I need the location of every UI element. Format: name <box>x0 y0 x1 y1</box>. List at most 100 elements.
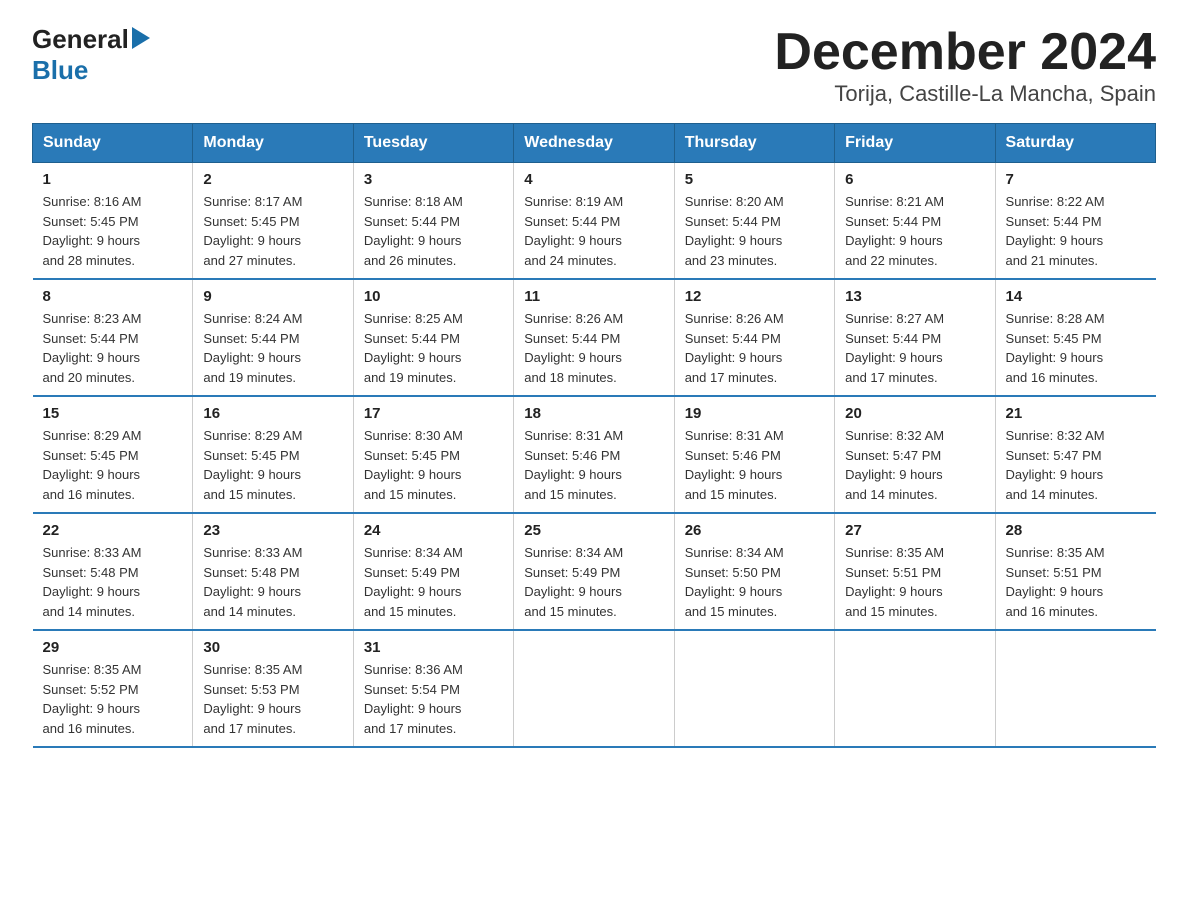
calendar-cell: 11 Sunrise: 8:26 AMSunset: 5:44 PMDayligh… <box>514 279 674 396</box>
calendar-cell: 16 Sunrise: 8:29 AMSunset: 5:45 PMDayligh… <box>193 396 353 513</box>
day-info: Sunrise: 8:21 AMSunset: 5:44 PMDaylight:… <box>845 192 984 270</box>
calendar-header-row: SundayMondayTuesdayWednesdayThursdayFrid… <box>33 124 1156 163</box>
day-number: 4 <box>524 171 663 188</box>
day-info: Sunrise: 8:26 AMSunset: 5:44 PMDaylight:… <box>524 309 663 387</box>
day-info: Sunrise: 8:27 AMSunset: 5:44 PMDaylight:… <box>845 309 984 387</box>
day-number: 12 <box>685 288 824 305</box>
calendar-cell: 23Sunrise: 8:33 AMSunset: 5:48 PMDayligh… <box>193 513 353 630</box>
day-number: 31 <box>364 639 503 656</box>
day-number: 6 <box>845 171 984 188</box>
calendar-cell: 22Sunrise: 8:33 AMSunset: 5:48 PMDayligh… <box>33 513 193 630</box>
day-info: Sunrise: 8:24 AMSunset: 5:44 PMDaylight:… <box>203 309 342 387</box>
calendar-cell: 6 Sunrise: 8:21 AMSunset: 5:44 PMDaylight… <box>835 163 995 280</box>
calendar-cell: 27 Sunrise: 8:35 AMSunset: 5:51 PMDayligh… <box>835 513 995 630</box>
day-info: Sunrise: 8:35 AMSunset: 5:51 PMDaylight:… <box>845 543 984 621</box>
calendar-week-row: 8Sunrise: 8:23 AMSunset: 5:44 PMDaylight… <box>33 279 1156 396</box>
day-number: 16 <box>203 405 342 422</box>
calendar-cell: 25 Sunrise: 8:34 AMSunset: 5:49 PMDayligh… <box>514 513 674 630</box>
calendar-table: SundayMondayTuesdayWednesdayThursdayFrid… <box>32 123 1156 748</box>
day-info: Sunrise: 8:18 AMSunset: 5:44 PMDaylight:… <box>364 192 503 270</box>
day-number: 30 <box>203 639 342 656</box>
day-number: 9 <box>203 288 342 305</box>
calendar-cell: 4 Sunrise: 8:19 AMSunset: 5:44 PMDaylight… <box>514 163 674 280</box>
day-number: 17 <box>364 405 503 422</box>
day-number: 26 <box>685 522 824 539</box>
day-info: Sunrise: 8:20 AMSunset: 5:44 PMDaylight:… <box>685 192 824 270</box>
calendar-cell: 19 Sunrise: 8:31 AMSunset: 5:46 PMDayligh… <box>674 396 834 513</box>
page-title: December 2024 <box>774 24 1156 81</box>
calendar-cell: 17 Sunrise: 8:30 AMSunset: 5:45 PMDayligh… <box>353 396 513 513</box>
calendar-cell: 26Sunrise: 8:34 AMSunset: 5:50 PMDayligh… <box>674 513 834 630</box>
day-info: Sunrise: 8:30 AMSunset: 5:45 PMDaylight:… <box>364 426 503 504</box>
calendar-cell: 12 Sunrise: 8:26 AMSunset: 5:44 PMDayligh… <box>674 279 834 396</box>
day-info: Sunrise: 8:33 AMSunset: 5:48 PMDaylight:… <box>203 543 342 621</box>
day-number: 13 <box>845 288 984 305</box>
day-info: Sunrise: 8:28 AMSunset: 5:45 PMDaylight:… <box>1006 309 1146 387</box>
day-number: 3 <box>364 171 503 188</box>
day-info: Sunrise: 8:31 AMSunset: 5:46 PMDaylight:… <box>685 426 824 504</box>
header-thursday: Thursday <box>674 124 834 163</box>
day-number: 11 <box>524 288 663 305</box>
calendar-week-row: 15 Sunrise: 8:29 AMSunset: 5:45 PMDayligh… <box>33 396 1156 513</box>
calendar-cell <box>995 630 1155 747</box>
day-info: Sunrise: 8:29 AMSunset: 5:45 PMDaylight:… <box>43 426 183 504</box>
calendar-cell: 7 Sunrise: 8:22 AMSunset: 5:44 PMDaylight… <box>995 163 1155 280</box>
logo-general-text: General <box>32 24 129 55</box>
day-number: 14 <box>1006 288 1146 305</box>
calendar-cell: 1Sunrise: 8:16 AMSunset: 5:45 PMDaylight… <box>33 163 193 280</box>
calendar-cell: 18 Sunrise: 8:31 AMSunset: 5:46 PMDayligh… <box>514 396 674 513</box>
day-number: 7 <box>1006 171 1146 188</box>
day-number: 21 <box>1006 405 1146 422</box>
calendar-cell: 5 Sunrise: 8:20 AMSunset: 5:44 PMDaylight… <box>674 163 834 280</box>
day-info: Sunrise: 8:23 AMSunset: 5:44 PMDaylight:… <box>43 309 183 387</box>
day-info: Sunrise: 8:25 AMSunset: 5:44 PMDaylight:… <box>364 309 503 387</box>
day-info: Sunrise: 8:22 AMSunset: 5:44 PMDaylight:… <box>1006 192 1146 270</box>
calendar-week-row: 29Sunrise: 8:35 AMSunset: 5:52 PMDayligh… <box>33 630 1156 747</box>
day-number: 27 <box>845 522 984 539</box>
logo-triangle-icon <box>132 27 150 49</box>
day-number: 15 <box>43 405 183 422</box>
calendar-cell <box>674 630 834 747</box>
day-info: Sunrise: 8:29 AMSunset: 5:45 PMDaylight:… <box>203 426 342 504</box>
day-number: 18 <box>524 405 663 422</box>
title-block: December 2024 Torija, Castille-La Mancha… <box>774 24 1156 107</box>
day-number: 2 <box>203 171 342 188</box>
calendar-cell: 2 Sunrise: 8:17 AMSunset: 5:45 PMDaylight… <box>193 163 353 280</box>
day-info: Sunrise: 8:31 AMSunset: 5:46 PMDaylight:… <box>524 426 663 504</box>
day-info: Sunrise: 8:35 AMSunset: 5:51 PMDaylight:… <box>1006 543 1146 621</box>
calendar-cell: 14 Sunrise: 8:28 AMSunset: 5:45 PMDayligh… <box>995 279 1155 396</box>
day-number: 10 <box>364 288 503 305</box>
page-subtitle: Torija, Castille-La Mancha, Spain <box>774 81 1156 107</box>
calendar-cell: 8Sunrise: 8:23 AMSunset: 5:44 PMDaylight… <box>33 279 193 396</box>
header-sunday: Sunday <box>33 124 193 163</box>
day-info: Sunrise: 8:26 AMSunset: 5:44 PMDaylight:… <box>685 309 824 387</box>
day-info: Sunrise: 8:34 AMSunset: 5:49 PMDaylight:… <box>364 543 503 621</box>
day-info: Sunrise: 8:32 AMSunset: 5:47 PMDaylight:… <box>1006 426 1146 504</box>
logo-blue-text: Blue <box>32 55 88 86</box>
calendar-cell: 29Sunrise: 8:35 AMSunset: 5:52 PMDayligh… <box>33 630 193 747</box>
day-number: 5 <box>685 171 824 188</box>
calendar-week-row: 22 Sunrise: 8:33 AMSunset: 5:48 PMDayligh… <box>33 513 1156 630</box>
day-number: 20 <box>845 405 984 422</box>
day-number: 22 <box>43 522 183 539</box>
day-info: Sunrise: 8:19 AMSunset: 5:44 PMDaylight:… <box>524 192 663 270</box>
calendar-week-row: 1Sunrise: 8:16 AMSunset: 5:45 PMDaylight… <box>33 163 1156 280</box>
calendar-cell: 31 Sunrise: 8:36 AMSunset: 5:54 PMDayligh… <box>353 630 513 747</box>
calendar-cell: 9 Sunrise: 8:24 AMSunset: 5:44 PMDaylight… <box>193 279 353 396</box>
day-number: 29 <box>43 639 183 656</box>
calendar-cell: 13 Sunrise: 8:27 AMSunset: 5:44 PMDayligh… <box>835 279 995 396</box>
calendar-cell: 24Sunrise: 8:34 AMSunset: 5:49 PMDayligh… <box>353 513 513 630</box>
header-saturday: Saturday <box>995 124 1155 163</box>
calendar-cell <box>835 630 995 747</box>
day-number: 25 <box>524 522 663 539</box>
day-info: Sunrise: 8:32 AMSunset: 5:47 PMDaylight:… <box>845 426 984 504</box>
day-info: Sunrise: 8:35 AMSunset: 5:53 PMDaylight:… <box>203 660 342 738</box>
header-wednesday: Wednesday <box>514 124 674 163</box>
calendar-cell: 30 Sunrise: 8:35 AMSunset: 5:53 PMDayligh… <box>193 630 353 747</box>
day-info: Sunrise: 8:17 AMSunset: 5:45 PMDaylight:… <box>203 192 342 270</box>
day-info: Sunrise: 8:34 AMSunset: 5:49 PMDaylight:… <box>524 543 663 621</box>
day-info: Sunrise: 8:36 AMSunset: 5:54 PMDaylight:… <box>364 660 503 738</box>
logo: General Blue <box>32 24 150 86</box>
calendar-cell: 21 Sunrise: 8:32 AMSunset: 5:47 PMDayligh… <box>995 396 1155 513</box>
day-number: 19 <box>685 405 824 422</box>
